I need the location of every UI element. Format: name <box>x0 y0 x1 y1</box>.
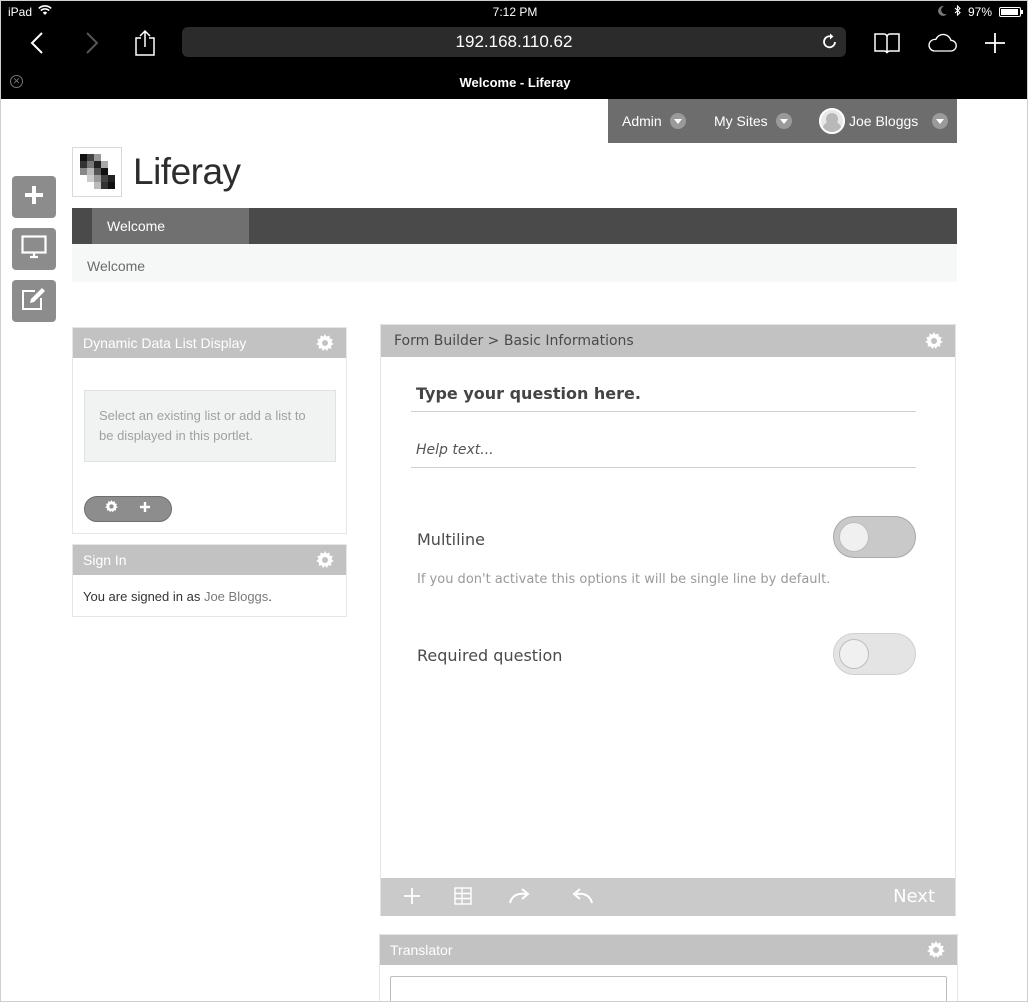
tab-title[interactable]: Welcome - Liferay <box>1 75 1027 90</box>
ddl-info-message: Select an existing list or add a list to… <box>84 390 336 462</box>
portlet-header: Form Builder > Basic Informations <box>381 325 955 357</box>
avatar <box>819 108 845 134</box>
preview-button[interactable] <box>12 228 56 270</box>
grid-icon[interactable] <box>453 886 473 910</box>
status-bar: iPad 7:12 PM 97% <box>1 1 1027 23</box>
portlet-header: Sign In <box>73 545 346 575</box>
url-text: 192.168.110.62 <box>455 32 573 51</box>
chevron-down-icon <box>932 113 949 129</box>
user-link[interactable]: Joe Bloggs <box>204 589 268 604</box>
admin-menu[interactable]: Admin <box>622 113 686 129</box>
edit-icon <box>21 287 47 316</box>
dockbar: Admin My Sites Joe Bloggs <box>608 99 957 143</box>
moon-icon <box>938 5 947 19</box>
breadcrumb: Welcome <box>72 244 957 282</box>
form-footer-toolbar: Next <box>381 878 955 916</box>
multiline-help: If you don't activate this options it wi… <box>417 572 831 587</box>
tab-bar: ✕ Welcome - Liferay <box>1 63 1027 99</box>
portlet-header: Translator <box>380 935 957 965</box>
monitor-icon <box>21 234 47 264</box>
address-bar[interactable]: 192.168.110.62 <box>182 27 846 57</box>
signed-in-message: You are signed in as Joe Bloggs. <box>73 575 346 618</box>
signed-in-prefix: You are signed in as <box>83 589 204 604</box>
next-button[interactable]: Next <box>893 886 935 907</box>
breadcrumb-item[interactable]: Welcome <box>87 258 145 274</box>
battery-icon <box>999 7 1023 17</box>
chevron-down-icon <box>775 113 792 129</box>
ddl-display-portlet: Dynamic Data List Display Select an exis… <box>72 327 347 534</box>
add-field-plus-icon[interactable] <box>402 886 422 910</box>
edit-controls-button[interactable] <box>12 280 56 322</box>
multiline-toggle[interactable] <box>833 516 916 558</box>
portlet-header: Dynamic Data List Display <box>73 328 346 358</box>
clock: 7:12 PM <box>492 5 538 19</box>
admin-label: Admin <box>622 113 662 129</box>
reload-icon[interactable] <box>822 33 838 55</box>
reply-arrow-icon[interactable] <box>570 886 594 910</box>
configure-gear-icon[interactable] <box>105 500 119 518</box>
user-name: Joe Bloggs <box>849 113 919 129</box>
back-icon[interactable] <box>21 27 53 59</box>
chevron-down-icon <box>669 113 686 129</box>
translator-portlet: Translator <box>379 934 958 1001</box>
battery-percent: 97% <box>967 5 992 19</box>
icloud-tabs-icon[interactable] <box>926 27 958 59</box>
share-icon[interactable] <box>129 27 161 59</box>
portlet-title: Dynamic Data List Display <box>83 335 247 351</box>
add-button[interactable] <box>12 176 56 218</box>
portlet-title: Form Builder > Basic Informations <box>394 333 634 349</box>
required-toggle[interactable] <box>833 633 916 675</box>
required-label: Required question <box>417 646 563 665</box>
portlet-title: Sign In <box>83 552 127 568</box>
gear-icon[interactable] <box>316 551 334 572</box>
new-tab-icon[interactable] <box>979 27 1011 59</box>
help-text-input[interactable]: Help text... <box>411 442 916 468</box>
my-sites-menu[interactable]: My Sites <box>714 113 792 129</box>
toggle-knob <box>839 522 869 552</box>
nav-item-welcome[interactable]: Welcome <box>92 208 249 244</box>
add-list-plus-icon[interactable] <box>139 500 151 518</box>
sign-in-portlet: Sign In You are signed in as Joe Bloggs. <box>72 544 347 617</box>
signed-in-suffix: . <box>268 589 272 604</box>
gear-icon[interactable] <box>927 941 945 962</box>
bookmarks-icon[interactable] <box>871 27 903 59</box>
question-input[interactable]: Type your question here. <box>411 384 916 412</box>
translator-textarea[interactable] <box>390 976 947 1001</box>
bluetooth-icon <box>954 4 961 19</box>
ddl-actions <box>84 496 172 522</box>
user-menu[interactable]: Joe Bloggs <box>819 108 949 134</box>
app-window: iPad 7:12 PM 97% 192.168.110.62 ✕ Welcom… <box>0 0 1028 1002</box>
form-builder-portlet: Form Builder > Basic Informations Type y… <box>380 324 956 916</box>
main-navigation: Welcome <box>72 208 957 244</box>
browser-toolbar: 192.168.110.62 <box>1 23 1027 63</box>
gear-icon[interactable] <box>316 334 334 355</box>
multiline-label: Multiline <box>417 530 485 549</box>
gear-icon[interactable] <box>925 332 943 354</box>
site-name[interactable]: Liferay <box>133 151 241 193</box>
portlet-title: Translator <box>390 942 453 958</box>
liferay-logo-icon[interactable] <box>72 147 122 197</box>
redo-arrow-icon[interactable] <box>508 886 532 910</box>
toggle-knob <box>839 639 869 669</box>
my-sites-label: My Sites <box>714 113 768 129</box>
forward-icon[interactable] <box>76 27 108 59</box>
plus-icon <box>23 184 45 211</box>
